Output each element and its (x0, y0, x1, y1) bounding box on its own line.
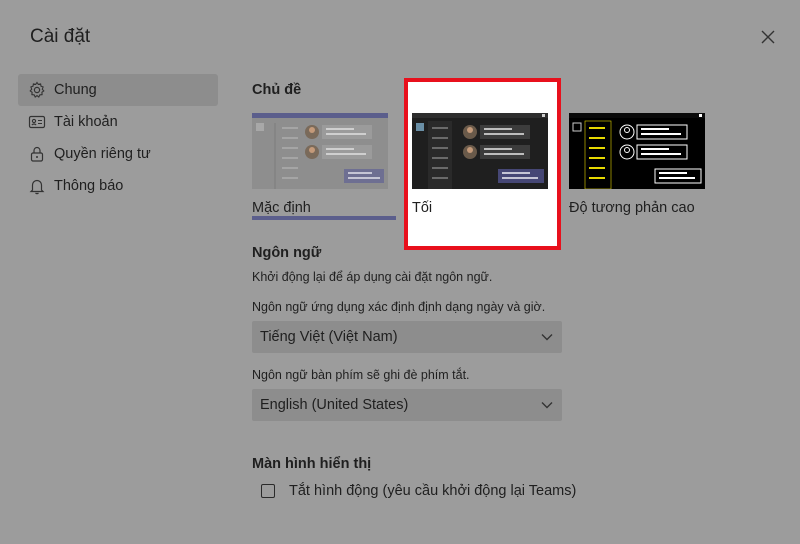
theme-heading: Chủ đề (252, 82, 302, 98)
theme-label-high-contrast: Độ tương phản cao (569, 200, 695, 216)
sidebar-item-privacy[interactable]: Quyền riêng tư (18, 138, 218, 170)
app-language-dropdown[interactable]: Tiếng Việt (Việt Nam) (252, 321, 562, 353)
close-icon (761, 30, 775, 44)
theme-label-dark: Tối (412, 200, 433, 216)
dialog-title: Cài đặt (30, 26, 91, 47)
sidebar-item-label: Thông báo (54, 178, 124, 194)
theme-option-default[interactable]: Mặc định (252, 113, 388, 216)
settings-sidebar: Chung Tài khoản Quyền riêng tư Thông báo (18, 74, 218, 202)
settings-dialog: Cài đặt Chung Tài khoản Quyền riêng tư T… (0, 0, 800, 544)
keyboard-language-description: Ngôn ngữ bàn phím sẽ ghi đè phím tắt. (252, 368, 470, 382)
id-card-icon (28, 113, 46, 131)
language-restart-note: Khởi động lại để áp dụng cài đặt ngôn ng… (252, 270, 493, 284)
bell-icon (28, 177, 46, 195)
display-heading: Màn hình hiển thị (252, 456, 372, 472)
sidebar-item-account[interactable]: Tài khoản (18, 106, 218, 138)
sidebar-item-general[interactable]: Chung (18, 74, 218, 106)
chevron-down-icon (540, 330, 554, 344)
sidebar-item-label: Chung (54, 82, 97, 98)
theme-thumbnail-high-contrast (569, 113, 705, 189)
keyboard-language-dropdown[interactable]: English (United States) (252, 389, 562, 421)
close-button[interactable] (756, 25, 780, 49)
sidebar-item-label: Tài khoản (54, 114, 118, 130)
lock-icon (28, 145, 46, 163)
app-language-value: Tiếng Việt (Việt Nam) (260, 329, 398, 345)
theme-thumbnail-dark (412, 113, 548, 189)
sidebar-item-notifications[interactable]: Thông báo (18, 170, 218, 202)
theme-label-default: Mặc định (252, 200, 311, 216)
app-language-description: Ngôn ngữ ứng dụng xác định định dạng ngà… (252, 300, 546, 314)
theme-thumbnail-default (252, 113, 388, 189)
selected-indicator (252, 216, 396, 220)
theme-option-high-contrast[interactable]: Độ tương phản cao (569, 113, 705, 216)
disable-animation-label: Tắt hình động (yêu cầu khởi động lại Tea… (289, 483, 577, 499)
keyboard-language-value: English (United States) (260, 397, 409, 413)
gear-icon (28, 81, 46, 99)
disable-animation-option[interactable]: Tắt hình động (yêu cầu khởi động lại Tea… (261, 483, 576, 499)
theme-option-dark[interactable]: Tối (412, 113, 548, 216)
sidebar-item-label: Quyền riêng tư (54, 146, 151, 162)
disable-animation-checkbox[interactable] (261, 484, 275, 498)
language-heading: Ngôn ngữ (252, 245, 322, 261)
chevron-down-icon (540, 398, 554, 412)
